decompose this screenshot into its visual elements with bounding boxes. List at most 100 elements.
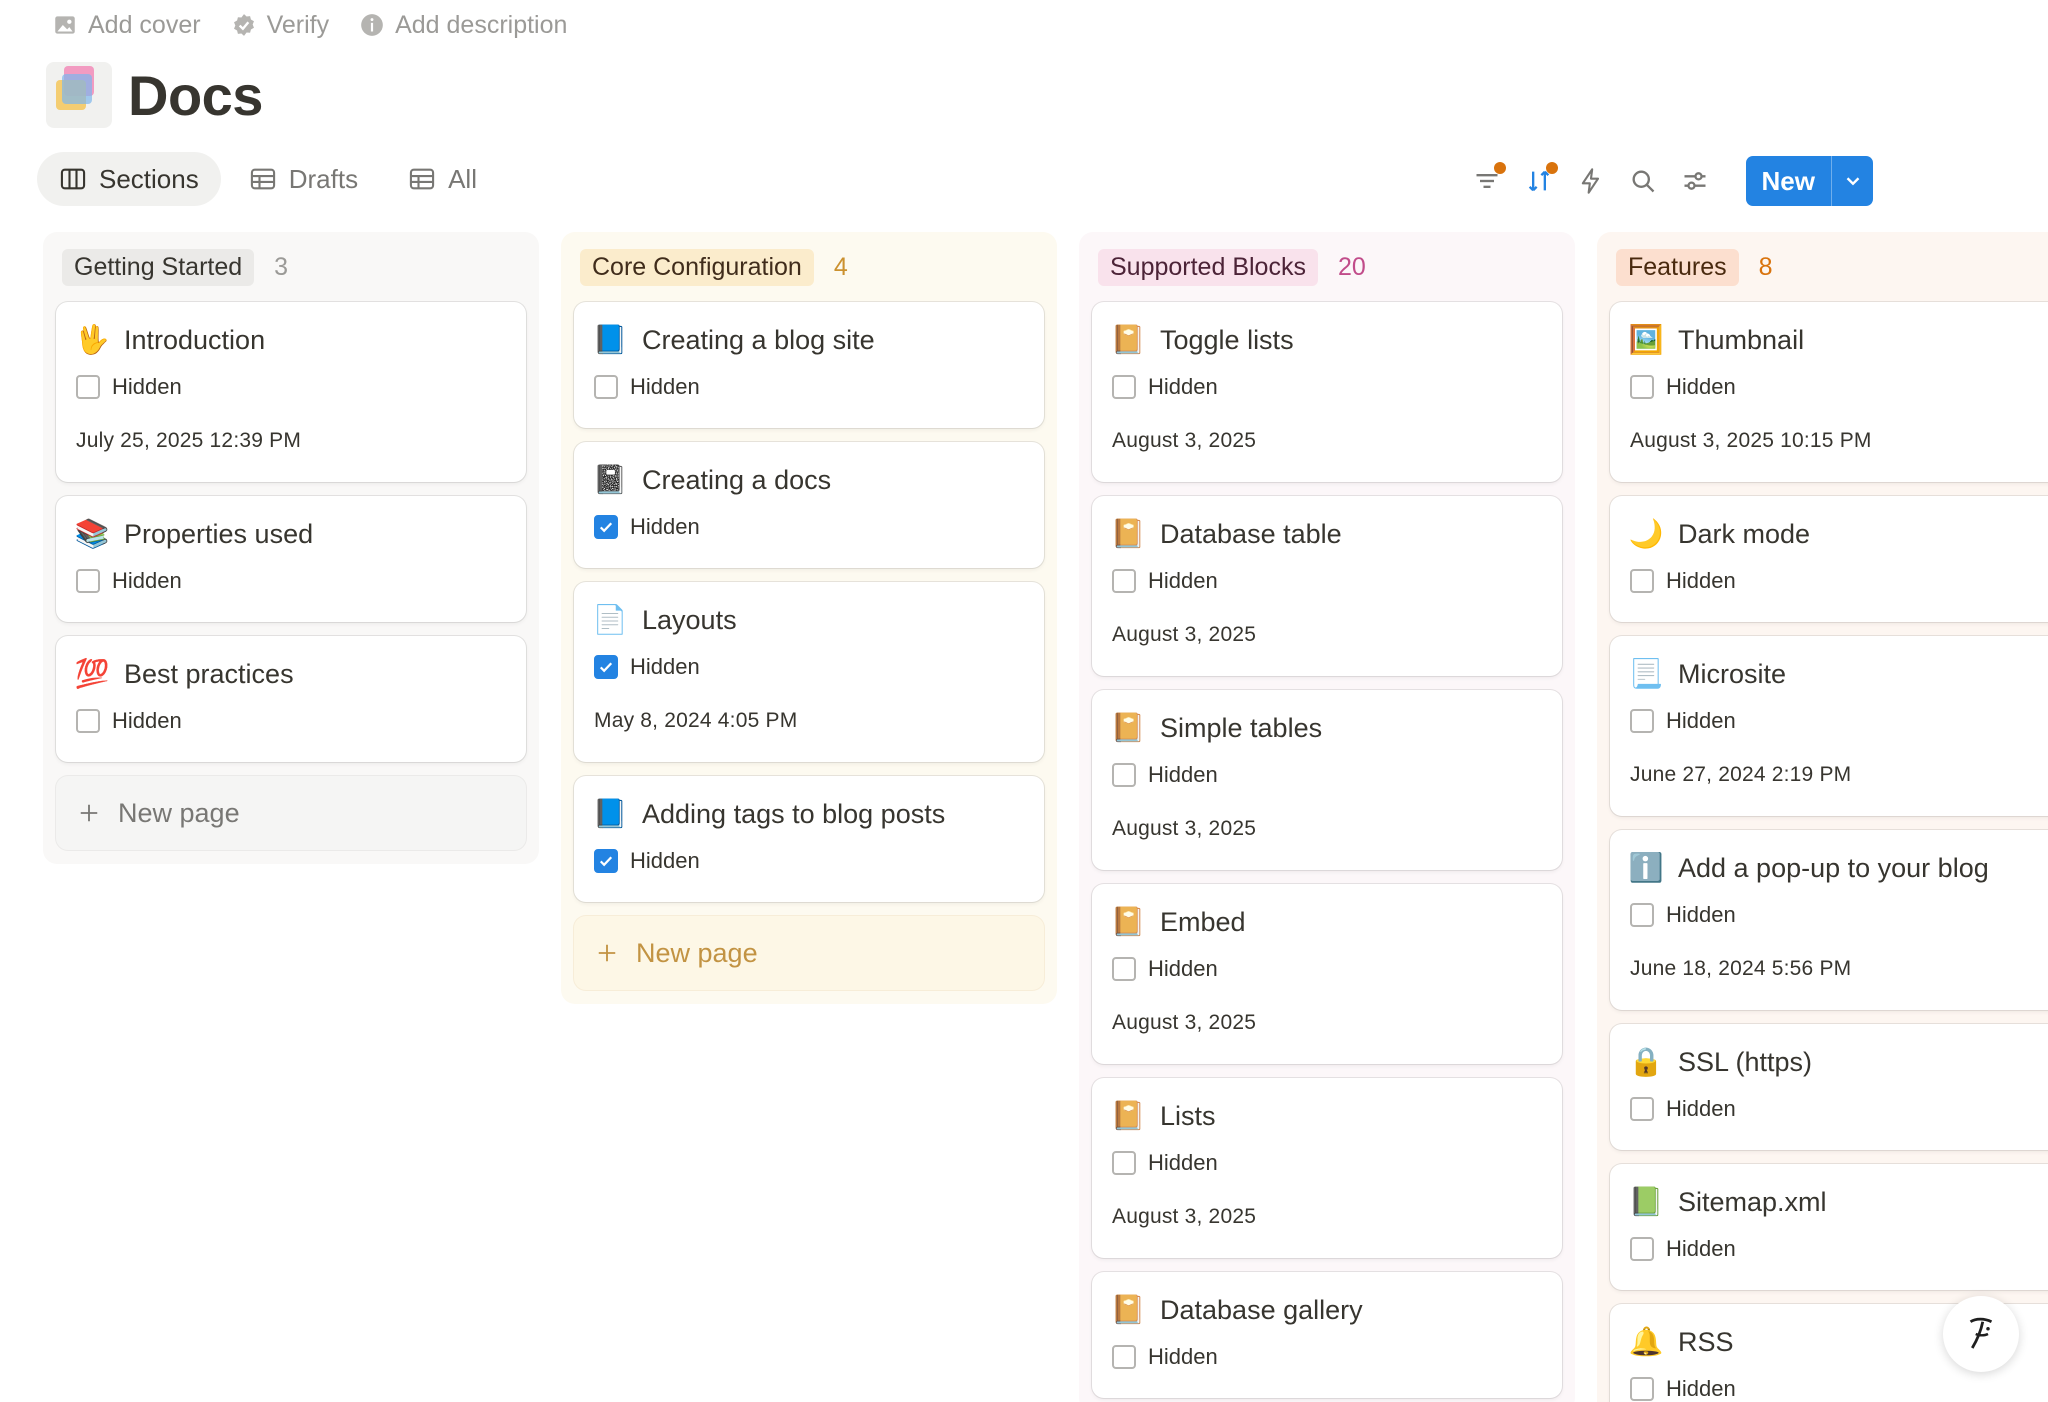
board-card[interactable]: 📔 Toggle lists Hidden August 3, 2025 [1092,302,1562,482]
column-header[interactable]: Core Configuration 4 [574,232,1044,302]
card-date: August 3, 2025 [1112,817,1257,840]
card-title-row: 📘 Adding tags to blog posts [593,794,1024,834]
help-button[interactable] [1943,1296,2019,1372]
plus-icon [598,944,616,962]
card-title-row: ℹ️ Add a pop-up to your blog [1629,848,2048,888]
docs-page-icon[interactable] [46,62,112,128]
board-card[interactable]: 🖖 Introduction Hidden July 25, 2025 12:39 P… [56,302,526,482]
card-title-row: 🌙 Dark mode [1629,514,2048,554]
board-card[interactable]: 📓 Creating a docs Hidden [574,442,1044,568]
new-dropdown-button[interactable] [1831,156,1873,206]
hidden-checkbox[interactable] [1112,1151,1136,1175]
hidden-checkbox[interactable] [594,655,618,679]
hidden-checkbox[interactable] [76,709,100,733]
view-settings-button[interactable] [1680,166,1710,196]
column-header[interactable]: Supported Blocks 20 [1092,232,1562,302]
board-card[interactable]: 📃 Microsite Hidden June 27, 2024 2:19 PM [1610,636,2048,816]
board-card[interactable]: 📗 Sitemap.xml Hidden [1610,1164,2048,1290]
hidden-checkbox[interactable] [1630,1237,1654,1261]
card-date: August 3, 2025 [1112,429,1257,452]
board-card[interactable]: 🔒 SSL (https) Hidden [1610,1024,2048,1150]
board-card[interactable]: 📔 Embed Hidden August 3, 2025 [1092,884,1562,1064]
new-page-label: New page [118,797,240,828]
hidden-checkbox[interactable] [1112,569,1136,593]
board-column-supported-blocks: Supported Blocks 20 📔 Toggle lists Hidden Aug… [1079,232,1575,1402]
hidden-property: Hidden [1112,942,1542,996]
board-card[interactable]: 📔 Simple tables Hidden August 3, 2025 [1092,690,1562,870]
hidden-checkbox[interactable] [1112,1345,1136,1369]
add-description-button[interactable]: Add description [359,11,567,40]
new-page-button[interactable]: New page [56,776,526,850]
hidden-checkbox[interactable] [1112,763,1136,787]
hidden-property: Hidden [594,640,1024,694]
add-cover-button[interactable]: Add cover [52,11,201,40]
card-title-row: 📔 Embed [1111,902,1542,942]
hidden-property: Hidden [594,360,1024,414]
hidden-checkbox[interactable] [594,515,618,539]
board-card[interactable]: 📘 Adding tags to blog posts Hidden [574,776,1044,902]
hidden-checkbox[interactable] [1630,1097,1654,1121]
card-title: Adding tags to blog posts [642,798,946,829]
settings-sliders-icon [1684,172,1706,190]
page-emoji-icon: 💯 [74,658,110,689]
hidden-checkbox[interactable] [1630,709,1654,733]
hidden-checkbox[interactable] [76,375,100,399]
board-card[interactable]: ℹ️ Add a pop-up to your blog Hidden June 18… [1610,830,2048,1010]
board-card[interactable]: 🖼️ Thumbnail Hidden August 3, 2025 10:15 PM [1610,302,2048,482]
column-header[interactable]: Features 8 [1610,232,2048,302]
hidden-checkbox[interactable] [1112,957,1136,981]
image-icon [55,16,75,34]
hidden-label: Hidden [1148,956,1218,981]
hidden-checkbox[interactable] [76,569,100,593]
board-column-core-configuration: Core Configuration 4 📘 Creating a blog site… [561,232,1057,1004]
verify-button[interactable]: Verify [231,11,329,40]
hidden-property: Hidden [76,360,506,414]
kanban-board: Getting Started 3 🖖 Introduction Hidden July … [43,232,2048,1402]
tab-sections[interactable]: Sections [37,152,221,206]
card-date: July 25, 2025 12:39 PM [76,429,302,452]
hidden-label: Hidden [1148,1344,1218,1369]
hidden-checkbox[interactable] [1630,569,1654,593]
search-button[interactable] [1628,166,1658,196]
hidden-checkbox[interactable] [594,849,618,873]
card-title: Sitemap.xml [1678,1186,1827,1217]
column-name: Supported Blocks [1098,248,1318,286]
automation-button[interactable] [1576,166,1606,196]
board-card[interactable]: 💯 Best practices Hidden [56,636,526,762]
hidden-checkbox[interactable] [1630,1377,1654,1401]
hidden-label: Hidden [1666,1236,1736,1261]
hidden-checkbox[interactable] [594,375,618,399]
sort-button[interactable] [1524,162,1558,196]
board-card[interactable]: 📘 Creating a blog site Hidden [574,302,1044,428]
hidden-label: Hidden [1148,1150,1218,1175]
hidden-label: Hidden [630,848,700,873]
board-card[interactable]: 📚 Properties used Hidden [56,496,526,622]
hidden-checkbox[interactable] [1630,903,1654,927]
page-emoji-icon: 📔 [1110,518,1146,549]
board-card[interactable]: 📔 Lists Hidden August 3, 2025 [1092,1078,1562,1258]
card-title-row: 🖖 Introduction [75,320,506,360]
column-header[interactable]: Getting Started 3 [56,232,526,302]
board-card[interactable]: 📄 Layouts Hidden May 8, 2024 4:05 PM [574,582,1044,762]
card-date: August 3, 2025 [1112,1011,1257,1034]
hidden-property: Hidden [1630,360,2048,414]
hidden-label: Hidden [1666,708,1736,733]
filter-button[interactable] [1472,162,1506,196]
board-card[interactable]: 📔 Database table Hidden August 3, 2025 [1092,496,1562,676]
hidden-property: Hidden [1112,554,1542,608]
hidden-label: Hidden [1148,762,1218,787]
board-card[interactable]: 🌙 Dark mode Hidden [1610,496,2048,622]
hidden-checkbox[interactable] [1630,375,1654,399]
board-card[interactable]: 📔 Database gallery Hidden [1092,1272,1562,1398]
tab-all[interactable]: All [386,152,499,206]
new-button[interactable]: New [1746,156,1831,206]
card-title: Creating a blog site [642,324,875,355]
card-title-row: 📄 Layouts [593,600,1024,640]
page-title: Docs [128,63,263,127]
new-page-button[interactable]: New page [574,916,1044,990]
card-title-row: 📃 Microsite [1629,654,2048,694]
tab-drafts[interactable]: Drafts [227,152,380,206]
search-icon [1632,170,1654,193]
hidden-checkbox[interactable] [1112,375,1136,399]
page-emoji-icon: 📔 [1110,1100,1146,1131]
